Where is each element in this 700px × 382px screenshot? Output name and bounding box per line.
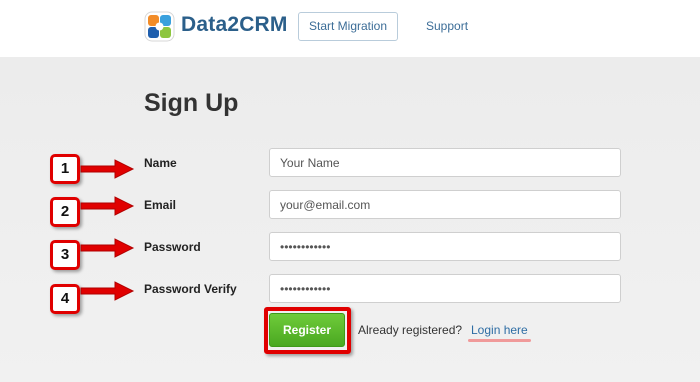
password-verify-label: Password Verify	[144, 282, 237, 296]
already-registered-text: Already registered?	[358, 323, 463, 337]
name-label: Name	[144, 156, 177, 170]
step-badge-1: 1	[50, 154, 80, 184]
register-button[interactable]: Register	[269, 313, 345, 347]
step-badge-4: 4	[50, 284, 80, 314]
signup-section: Sign Up 1 2 3 4 Name Email Password Pass…	[0, 57, 700, 382]
password-verify-input[interactable]	[269, 274, 621, 303]
start-migration-button[interactable]: Start Migration	[298, 12, 398, 41]
step-badge-3: 3	[50, 240, 80, 270]
top-header: Data2CRM Start Migration Support	[0, 0, 700, 57]
login-link-highlight	[468, 339, 531, 342]
brand-name[interactable]: Data2CRM	[181, 13, 288, 37]
step-arrow-3	[80, 238, 135, 258]
page-title: Sign Up	[144, 89, 239, 117]
password-label: Password	[144, 240, 201, 254]
name-input[interactable]	[269, 148, 621, 177]
data2crm-logo-icon[interactable]	[144, 11, 175, 42]
email-input[interactable]	[269, 190, 621, 219]
support-link[interactable]: Support	[426, 19, 468, 33]
login-here-link[interactable]: Login here	[471, 323, 528, 337]
email-label: Email	[144, 198, 177, 212]
step-arrow-2	[80, 196, 135, 216]
password-input[interactable]	[269, 232, 621, 261]
step-badge-2: 2	[50, 197, 80, 227]
step-arrow-1	[80, 159, 135, 179]
step-arrow-4	[80, 281, 135, 301]
